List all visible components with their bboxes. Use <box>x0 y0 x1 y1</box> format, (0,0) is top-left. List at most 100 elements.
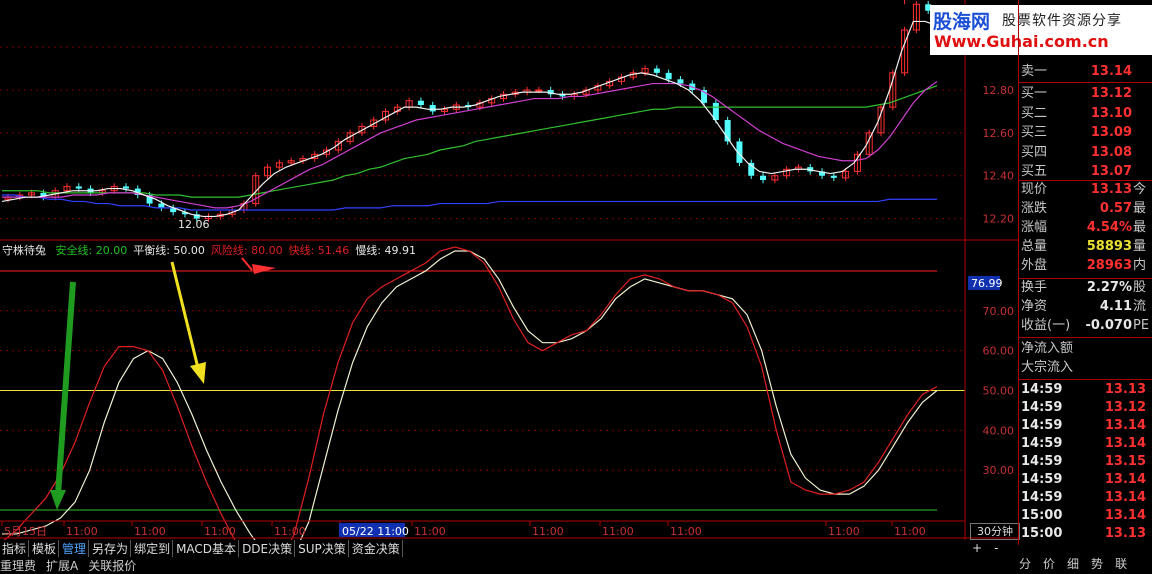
quote-label: 买四 <box>1021 144 1048 160</box>
price-axis-tick: 12.20 <box>983 213 1015 226</box>
quote-label: 总量 <box>1021 239 1048 254</box>
zoom-out-button[interactable]: - <box>994 541 998 555</box>
tick-price: 13.14 <box>1104 508 1146 523</box>
tick-price: 13.15 <box>1104 454 1146 469</box>
bottom-tab[interactable]: MACD基本 <box>174 540 240 557</box>
indicator-axis-tick: 30.00 <box>983 464 1015 477</box>
quote-separator <box>1019 379 1152 380</box>
flow-label: 大宗流入 <box>1021 360 1074 375</box>
quote-tab[interactable]: 价 <box>1043 557 1055 571</box>
time-axis-label: 5月15日 <box>4 525 47 538</box>
quote-separator <box>1019 180 1152 181</box>
bottom-tab-2[interactable]: 重理费 <box>0 559 36 573</box>
tick-price: 13.12 <box>1104 400 1146 415</box>
tick-time: 14:59 <box>1021 472 1063 487</box>
ma-blue-line <box>2 194 937 211</box>
quote-value: 0.57 <box>1099 201 1132 216</box>
price-axis-tick: 12.60 <box>983 127 1015 140</box>
flow-row: 净流入额 <box>1019 340 1152 358</box>
quote-label: 换手 <box>1021 280 1048 295</box>
quote-tab[interactable]: 分 <box>1019 557 1031 571</box>
red-arrow-head <box>252 264 276 274</box>
red-arrow <box>241 257 253 271</box>
bottom-tab[interactable]: 另存为 <box>90 540 132 557</box>
bottom-tab[interactable]: 管理 <box>60 540 90 557</box>
indicator-axis-tick: 70.00 <box>983 305 1015 318</box>
quote-tab[interactable]: 势 <box>1091 557 1103 571</box>
candle-down <box>417 100 424 105</box>
candle-down <box>830 175 837 178</box>
quote-value: 4.54% <box>1086 220 1132 235</box>
current-value: 76.99 <box>971 277 1003 290</box>
tick-price: 13.14 <box>1104 418 1146 433</box>
time-axis-label: 11:00 <box>274 525 306 538</box>
candle-up <box>535 89 543 92</box>
bottom-tab[interactable]: 指标 <box>0 540 30 557</box>
tick-price: 13.14 <box>1104 490 1146 505</box>
logo-name: 股海网 <box>933 11 991 33</box>
time-axis-label: 11:00 <box>134 525 166 538</box>
time-axis-label: 11:00 <box>204 525 236 538</box>
quote-separator <box>1019 82 1152 83</box>
annotation-arrows <box>50 257 276 510</box>
indicator-lines <box>2 246 938 540</box>
stat-row: 净资 4.11 流 <box>1019 298 1152 316</box>
green-arrow-head <box>50 490 66 510</box>
tick-time: 14:59 <box>1021 400 1063 415</box>
ma-magenta-line <box>2 80 938 209</box>
bottom-tab[interactable]: 模板 <box>30 540 60 557</box>
bottom-tab[interactable]: DDE决策 <box>240 540 296 557</box>
quote-tab[interactable]: 细 <box>1067 557 1079 571</box>
bottom-tab[interactable]: 绑定到 <box>132 540 174 557</box>
bottom-tab-2[interactable]: 扩展A <box>46 559 78 573</box>
quote-extra-label: 今 <box>1133 182 1147 197</box>
indicator-value: 平衡线: 50.00 <box>133 244 205 257</box>
chart-canvas: 13.0012.8012.6012.4012.20 12.06 70.0060.… <box>0 0 1019 540</box>
quote-value: 2.27% <box>1086 280 1132 295</box>
quote-panel-border <box>1018 0 1019 545</box>
ma-white-line <box>1 20 938 218</box>
zoom-in-button[interactable]: + <box>972 541 982 555</box>
time-axis-label: 05/22 11:00 <box>342 525 409 538</box>
yellow-arrow-head <box>190 362 206 384</box>
tick-price: 13.13 <box>1104 526 1146 541</box>
time-axis-label: 11:00 <box>670 525 702 538</box>
quote-tab[interactable]: 联 <box>1115 557 1127 571</box>
quote-label: 涨幅 <box>1021 220 1048 235</box>
tick-price: 13.14 <box>1104 472 1146 487</box>
tick-time: 15:00 <box>1021 508 1063 523</box>
stat-row: 换手 2.27% 股 <box>1019 279 1152 297</box>
stat-row: 外盘 28963 内 <box>1019 257 1152 275</box>
candle-down <box>677 79 684 84</box>
stat-row: 涨跌 0.57 最 <box>1019 200 1152 218</box>
flow-label: 净流入额 <box>1021 341 1074 356</box>
quote-label: 买五 <box>1021 164 1048 179</box>
tick-time: 14:59 <box>1021 382 1063 397</box>
ma-green-line <box>2 85 938 198</box>
quote-tab-bar: 分价细势联 <box>1019 555 1139 572</box>
candle-down <box>158 203 165 208</box>
quote-value: 13.13 <box>1090 182 1132 197</box>
stat-row: 收益(一) -0.070 PE <box>1019 317 1152 335</box>
tick-time: 14:59 <box>1021 490 1063 505</box>
slow-line <box>2 250 938 540</box>
bottom-tab[interactable]: 资金决策 <box>350 540 403 557</box>
quote-extra-label: 最 <box>1133 220 1147 235</box>
quote-value: 13.10 <box>1090 105 1132 121</box>
quote-value: -0.070 <box>1085 318 1132 333</box>
tick-row: 15:00 13.14 <box>1019 507 1152 525</box>
bottom-tab-2[interactable]: 关联报价 <box>88 559 136 573</box>
bottom-tab[interactable]: SUP决策 <box>296 540 349 557</box>
quote-label: 涨跌 <box>1021 201 1048 216</box>
quote-label: 买三 <box>1021 125 1048 140</box>
axes: 5月15日 11:00 11:00 11:00 11:00 05/22 11:00 11:0… <box>0 0 1019 540</box>
tick-time: 14:59 <box>1021 418 1063 433</box>
bid-row: 买二 13.10 <box>1019 105 1152 123</box>
candle-down <box>760 175 767 180</box>
tick-row: 14:59 13.14 <box>1019 435 1152 453</box>
candle-down <box>653 68 660 73</box>
tick-row: 14:59 13.14 <box>1019 471 1152 489</box>
period-selector[interactable]: 30分钟 <box>970 523 1020 540</box>
tick-time: 14:59 <box>1021 454 1063 469</box>
indicator-value: 快线: 51.46 <box>288 244 350 257</box>
